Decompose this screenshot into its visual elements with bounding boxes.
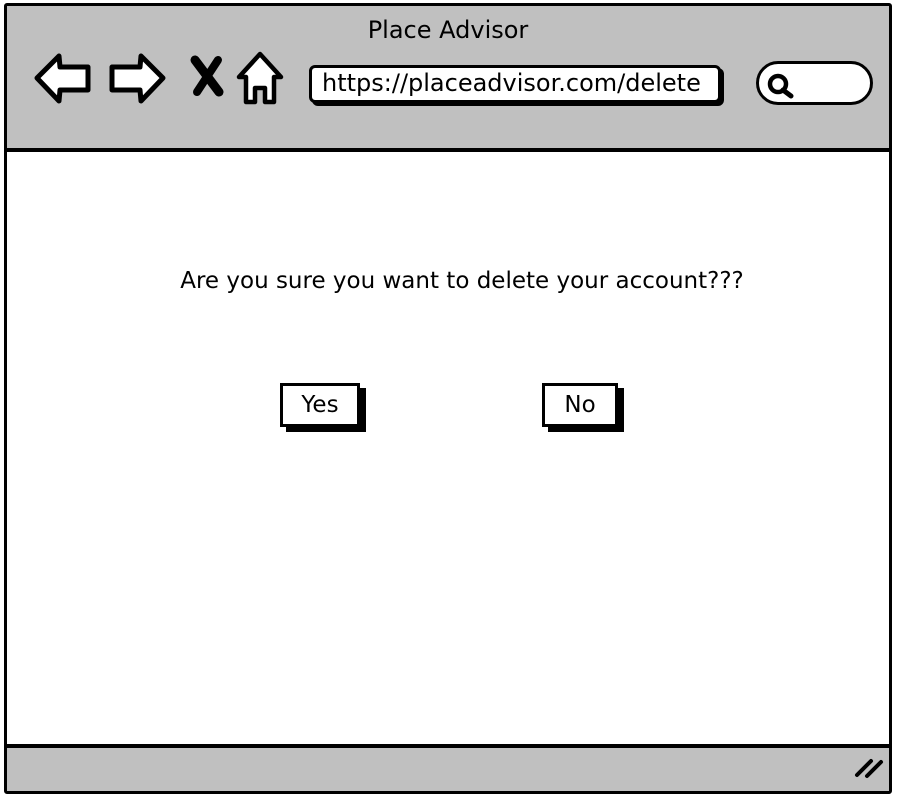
delete-confirmation-message: Are you sure you want to delete your acc… <box>180 268 744 294</box>
search-input[interactable] <box>756 61 873 105</box>
forward-arrow-icon[interactable] <box>107 50 167 110</box>
home-icon[interactable] <box>235 50 285 112</box>
stop-x-icon[interactable] <box>185 50 229 110</box>
browser-toolbar: Place Advisor https://placeadvisor.com/d… <box>7 6 889 152</box>
page-content: Are you sure you want to delete your acc… <box>7 152 889 746</box>
no-button[interactable]: No <box>542 383 618 427</box>
browser-window: Place Advisor https://placeadvisor.com/d… <box>4 3 892 794</box>
status-bar <box>7 744 889 791</box>
window-title: Place Advisor <box>367 16 529 44</box>
resize-grip-icon[interactable] <box>851 755 885 783</box>
yes-button[interactable]: Yes <box>280 383 360 427</box>
back-arrow-icon[interactable] <box>33 50 93 110</box>
address-bar[interactable]: https://placeadvisor.com/delete <box>309 65 721 103</box>
search-icon <box>767 72 795 104</box>
